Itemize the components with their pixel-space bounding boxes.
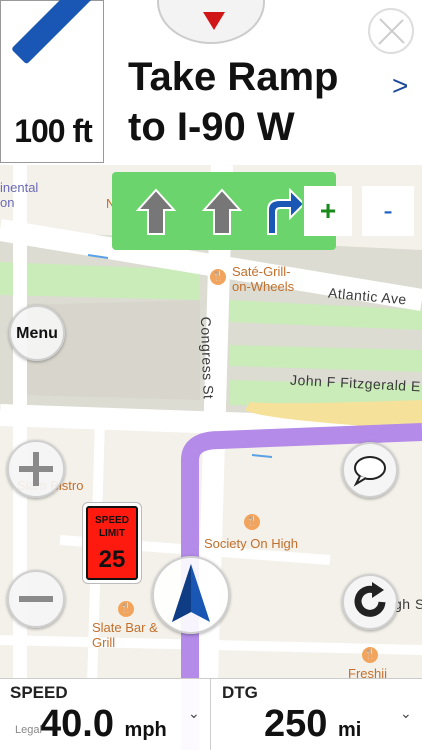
chevron-down-icon: ⌄ [188, 705, 200, 721]
speed-limit-inner: SPEED LIMIT 25 [86, 506, 138, 580]
speed-limit-sign: SPEED LIMIT 25 [82, 502, 142, 584]
speed-label: SPEED [10, 683, 68, 702]
lane-guidance-panel [112, 172, 336, 250]
maneuver-distance: 100 ft [14, 113, 93, 149]
restaurant-icon: 🍴 [210, 268, 226, 285]
minus-icon [19, 596, 53, 602]
chevron-down-icon [203, 12, 225, 30]
poi-label-slate-bar: Slate Bar & Grill [92, 620, 158, 650]
legal-link[interactable]: Legal [15, 724, 42, 736]
instruction-line-1: Take Ramp [128, 55, 339, 99]
street-label-congress-st: Congress St [197, 316, 217, 400]
dtg-label: DTG [222, 683, 258, 702]
right-turn-arrow-icon [267, 188, 302, 235]
restaurant-icon: 🍴 [244, 513, 260, 530]
street-label-high-st: gh S [394, 596, 422, 612]
map-zoom-out-button[interactable] [7, 570, 65, 628]
zoom-out-button[interactable]: - [362, 186, 414, 236]
dtg-value-wrap: 250 mi [264, 703, 361, 746]
straight-arrow-icon [202, 188, 242, 235]
straight-arrow-icon [136, 188, 176, 235]
menu-button[interactable]: Menu [9, 305, 65, 361]
dtg-stat[interactable]: DTG 250 mi ⌄ [212, 679, 422, 750]
speed-stat[interactable]: SPEED 40.0 mph ⌄ [0, 679, 211, 750]
restaurant-icon: 🍴 [362, 646, 378, 663]
dtg-unit: mi [337, 719, 362, 741]
chevron-down-icon: ⌄ [400, 705, 412, 721]
reroute-icon [354, 582, 386, 617]
speech-bubble-icon [353, 456, 386, 487]
instruction-line-2: to I-90 W [128, 105, 295, 149]
speed-limit-value: 25 [98, 546, 126, 573]
maneuver-box[interactable]: 100 ft [0, 0, 104, 163]
reroute-button[interactable] [342, 574, 398, 630]
speed-unit: mph [124, 719, 167, 741]
ramp-left-icon [11, 0, 98, 65]
speed-limit-label: SPEED LIMIT [95, 515, 129, 539]
dtg-value: 250 [264, 703, 328, 745]
next-instruction-arrow-icon[interactable]: > [392, 70, 408, 102]
speed-value-wrap: 40.0 mph [40, 703, 167, 746]
chat-button[interactable] [342, 442, 398, 498]
poi-label-continental: inental on [0, 180, 39, 210]
zoom-in-button[interactable]: + [304, 186, 352, 236]
poi-label-society-on-high: Society On High [204, 536, 298, 551]
poi-label-sate-grill: Saté-Grill-on-Wheels [232, 264, 295, 294]
map-zoom-in-button[interactable] [7, 440, 65, 498]
speed-value: 40.0 [40, 703, 114, 745]
trip-info-bar: SPEED 40.0 mph ⌄ DTG 250 mi ⌄ [0, 678, 422, 750]
restaurant-icon: 🍴 [118, 600, 134, 617]
instruction-text: Take Ramp to I-90 W [128, 52, 378, 152]
compass-icon[interactable] [368, 8, 414, 54]
current-location-button[interactable] [152, 556, 230, 634]
navigation-arrow-icon [172, 564, 210, 622]
plus-icon [19, 452, 53, 486]
